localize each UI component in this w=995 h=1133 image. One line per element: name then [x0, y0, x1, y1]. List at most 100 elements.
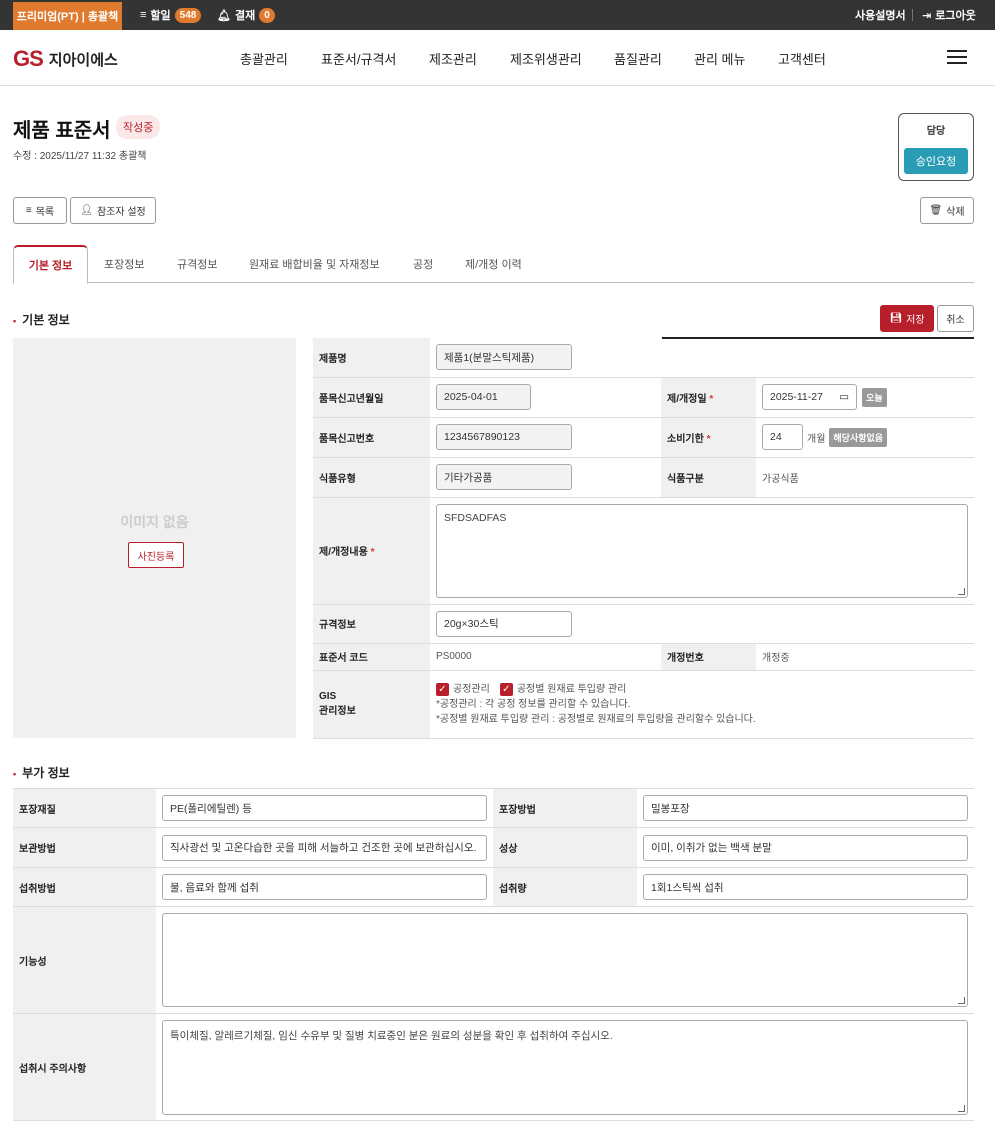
checkbox-label: 공정별 원재료 투입량 관리 — [516, 683, 627, 695]
caution-textarea[interactable]: 특이체질, 알레르기체질, 임신 수유부 및 질병 치료중인 분은 원료의 성분… — [162, 1019, 968, 1115]
shelf-unit: 개월 — [807, 433, 826, 445]
reference-button-label: 참조자 설정 — [96, 207, 146, 218]
revision-number-value: 개정중 — [756, 643, 975, 671]
label: 식품구분 — [661, 457, 756, 498]
today-button[interactable]: 오늘 — [862, 387, 887, 407]
logout-link[interactable]: ⇥ 로그아웃 — [922, 0, 976, 30]
list-button[interactable]: ≡ 목록 — [13, 197, 67, 224]
cancel-button[interactable]: 취소 — [937, 305, 974, 332]
bell-icon: 🔔︎ — [217, 9, 231, 22]
logout-icon: ⇥ — [922, 9, 932, 22]
appearance-input[interactable]: 이미, 이취가 없는 백색 분말 — [643, 834, 968, 861]
no-image-text: 이미지 없음 — [120, 514, 189, 530]
label: 표준서 코드 — [313, 643, 430, 671]
plan-badge: 프리미엄(PT) | 총괄책 — [13, 2, 122, 30]
tab-revision-history[interactable]: 제/개정 이력 — [465, 245, 522, 283]
not-applicable-button[interactable]: 해당사항없음 — [829, 427, 888, 447]
label: 품목신고년월일 — [313, 377, 430, 418]
list-icon: ≡ — [25, 205, 32, 216]
approval-link[interactable]: 🔔︎ 결재 0 — [217, 0, 275, 30]
label: 개정번호 — [661, 643, 756, 671]
manual-link[interactable]: 사용설명서 — [855, 0, 906, 30]
process-management-checkbox[interactable]: ✓ 공정관리 — [436, 682, 490, 697]
label: 소비기한 — [667, 433, 704, 445]
delete-button-label: 삭제 — [946, 207, 965, 218]
report-number-input[interactable]: 1234567890123 — [436, 424, 572, 450]
nav-item[interactable]: 총괄관리 — [240, 49, 288, 68]
tab-spec[interactable]: 규격정보 — [177, 245, 217, 283]
nav-item[interactable]: 제조관리 — [429, 49, 477, 68]
label: 성상 — [493, 827, 637, 868]
nav-item[interactable]: 표준서/규격서 — [321, 49, 396, 68]
section-title-extra: 부가 정보 — [13, 764, 70, 781]
label: 섭취시 주의사항 — [13, 1013, 156, 1121]
pack-method-input[interactable]: 밀봉포장 — [643, 795, 968, 821]
photo-upload-button[interactable]: 사진등록 — [128, 542, 184, 568]
pack-material-input[interactable]: PE(폴리에틸렌) 등 — [162, 795, 487, 821]
label: 제/개정일 — [667, 393, 707, 405]
label: 포장재질 — [13, 788, 156, 828]
delete-button[interactable]: 🗑︎ 삭제 — [920, 197, 974, 224]
label: 섭취량 — [493, 867, 637, 907]
spec-input[interactable]: 20g×30스틱 — [436, 610, 572, 637]
label: 포장방법 — [493, 788, 637, 828]
list-button-label: 목록 — [35, 207, 55, 218]
shelf-life-input[interactable]: 24 — [762, 424, 803, 450]
tab-bar: 기본 정보 포장정보 규격정보 원재료 배합비율 및 자재정보 공정 제/개정 … — [13, 245, 974, 284]
top-bar: 프리미엄(PT) | 총괄책 ≡ 할일 548 🔔︎ 결재 0 사용설명서 ⇥ 로그아웃 — [0, 0, 995, 30]
status-badge: 작성중 — [116, 115, 161, 139]
tab-ingredients[interactable]: 원재료 배합비율 및 자재정보 — [249, 245, 380, 283]
tab-packaging[interactable]: 포장정보 — [104, 245, 144, 283]
note: *공정별 원재료 투입량 관리 : 공정별로 원재료의 투입량을 관리할수 있습… — [436, 713, 756, 725]
material-input-checkbox[interactable]: ✓ 공정별 원재료 투입량 관리 — [499, 682, 627, 697]
divider — [912, 9, 913, 21]
section-title-basic: 기본 정보 — [13, 311, 70, 328]
revision-date-input[interactable]: 2025-11-27 ▭ — [762, 384, 857, 410]
reference-setting-button[interactable]: 👤︎ 참조자 설정 — [70, 197, 156, 224]
logo[interactable]: GS 지아이에스 — [13, 46, 118, 72]
save-label: 저장 — [906, 315, 925, 326]
save-button[interactable]: 💾︎ 저장 — [880, 305, 934, 332]
todo-link[interactable]: ≡ 할일 548 — [140, 0, 202, 30]
basic-info-table: 제품명 제품1(분말스틱제품) 품목신고년월일 2025-04-01 제/개정일 * 2… — [313, 338, 975, 739]
label: 제품명 — [313, 338, 430, 378]
product-name-input[interactable]: 제품1(분말스틱제품) — [436, 344, 572, 371]
main-header: GS 지아이에스 총괄관리 표준서/규격서 제조관리 제조위생관리 품질관리 관리… — [0, 30, 995, 86]
hamburger-menu-icon[interactable] — [947, 50, 967, 64]
nav-item[interactable]: 제조위생관리 — [510, 49, 582, 68]
label: 섭취방법 — [13, 867, 156, 907]
tab-process[interactable]: 공정 — [413, 245, 433, 283]
list-icon: ≡ — [140, 9, 147, 21]
food-class-value: 가공식품 — [756, 457, 975, 498]
label: 식품유형 — [313, 457, 430, 498]
intake-amount-input[interactable]: 1회1스틱씩 섭취 — [643, 874, 968, 900]
nav-item[interactable]: 품질관리 — [614, 49, 662, 68]
label: 관리정보 — [319, 706, 356, 717]
todo-label: 할일 — [150, 10, 171, 22]
storage-input[interactable]: 직사광선 및 고온다습한 곳을 피해 서늘하고 건조한 곳에 보관하십시오. — [162, 834, 487, 861]
check-icon: ✓ — [499, 682, 513, 696]
nav-item[interactable]: 고객센터 — [778, 49, 826, 68]
label: 보관방법 — [13, 827, 156, 868]
function-textarea[interactable] — [162, 913, 968, 1007]
product-image-area: 이미지 없음 사진등록 — [13, 338, 296, 738]
approve-request-button[interactable]: 승인요청 — [904, 148, 968, 174]
logo-text: 지아이에스 — [48, 51, 118, 69]
revision-content-textarea[interactable]: SFDSADFAS — [436, 503, 969, 598]
logout-label: 로그아웃 — [935, 10, 976, 22]
tab-basic-info[interactable]: 기본 정보 — [13, 245, 88, 284]
label: 품목신고번호 — [313, 417, 430, 458]
intake-method-input[interactable]: 물, 음료와 함께 섭취 — [162, 874, 487, 900]
food-type-input[interactable]: 기타가공품 — [436, 464, 572, 490]
calendar-icon[interactable]: ▭ — [839, 391, 849, 403]
nav-item[interactable]: 관리 메뉴 — [694, 49, 745, 68]
report-date-input[interactable]: 2025-04-01 — [436, 384, 531, 410]
label: 기능성 — [13, 906, 156, 1014]
checkbox-label: 공정관리 — [453, 683, 490, 695]
note: *공정관리 : 각 공정 정보를 관리할 수 있습니다. — [436, 698, 631, 710]
user-add-icon: 👤︎ — [80, 205, 93, 216]
label: 제/개정내용 — [319, 547, 368, 558]
save-icon: 💾︎ — [889, 313, 903, 324]
page-title: 제품 표준서 — [13, 120, 111, 142]
modified-info: 수정 : 2025/11/27 11:32 총괄책 — [13, 151, 147, 162]
